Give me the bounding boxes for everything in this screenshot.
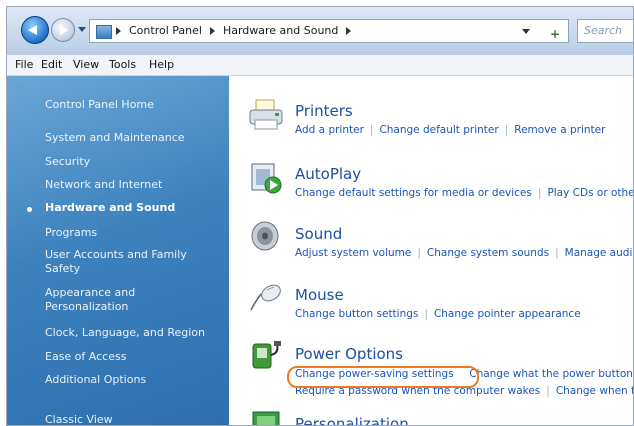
menu-file[interactable]: File xyxy=(15,58,33,71)
autoplay-links: Change default settings for media or dev… xyxy=(295,187,633,199)
back-button[interactable] xyxy=(21,16,49,44)
link-change-default-printer[interactable]: Change default printer xyxy=(379,124,498,136)
menu-bar: File Edit View Tools Help xyxy=(7,55,633,76)
forward-button[interactable] xyxy=(51,18,75,42)
category-title-mouse[interactable]: Mouse xyxy=(295,286,344,304)
printer-icon[interactable] xyxy=(247,98,287,132)
link-add-printer[interactable]: Add a printer xyxy=(295,124,364,136)
menu-edit[interactable]: Edit xyxy=(41,58,62,71)
autoplay-icon[interactable] xyxy=(247,161,287,195)
breadcrumb-separator-icon[interactable] xyxy=(209,27,215,35)
sidebar-item-classic-view[interactable]: Classic View xyxy=(45,413,113,425)
link-separator: | xyxy=(546,385,550,397)
link-adjust-volume[interactable]: Adjust system volume xyxy=(295,247,411,259)
link-change-system-sounds[interactable]: Change system sounds xyxy=(427,247,549,259)
sidebar-item-additional-options[interactable]: Additional Options xyxy=(45,373,146,386)
mouse-icon[interactable] xyxy=(247,280,287,314)
link-separator: | xyxy=(537,187,542,199)
breadcrumb-separator-icon[interactable] xyxy=(346,27,352,35)
sidebar-item-user-accounts[interactable]: User Accounts and Family Safety xyxy=(45,248,205,276)
sidebar-item-appearance[interactable]: Appearance and Personalization xyxy=(45,286,205,314)
category-title-personalization[interactable]: Personalization xyxy=(295,415,409,425)
link-manage-audio-devices[interactable]: Manage audio devices xyxy=(565,247,633,259)
recent-pages-dropdown-icon[interactable] xyxy=(78,27,86,32)
category-title-autoplay[interactable]: AutoPlay xyxy=(295,165,361,183)
address-dropdown-icon[interactable] xyxy=(522,29,530,34)
highlight-ring xyxy=(287,366,479,388)
category-title-power-options[interactable]: Power Options xyxy=(295,345,403,363)
sidebar-item-hardware-and-sound[interactable]: Hardware and Sound xyxy=(45,201,175,214)
refresh-icon[interactable]: + xyxy=(550,23,560,45)
sidebar-item-programs[interactable]: Programs xyxy=(45,226,97,239)
address-bar-area: Control Panel Hardware and Sound + Search xyxy=(7,7,633,55)
sidebar-item-control-panel-home[interactable]: Control Panel Home xyxy=(45,98,154,111)
category-title-sound[interactable]: Sound xyxy=(295,225,342,243)
link-separator: | xyxy=(369,124,374,136)
link-change-pointer-appearance[interactable]: Change pointer appearance xyxy=(434,308,581,320)
link-change-default-media-settings[interactable]: Change default settings for media or dev… xyxy=(295,187,532,199)
menu-help[interactable]: Help xyxy=(149,58,174,71)
printers-links: Add a printer | Change default printer | Rem… xyxy=(295,124,605,136)
link-separator: | xyxy=(417,247,421,259)
sidebar-item-security[interactable]: Security xyxy=(45,155,90,168)
sidebar-item-clock-language-region[interactable]: Clock, Language, and Region xyxy=(45,326,205,339)
link-play-cds[interactable]: Play CDs or other media automatically xyxy=(547,187,633,199)
link-change-power-buttons[interactable]: Change what the power buttons do xyxy=(469,368,633,380)
personalization-icon[interactable] xyxy=(247,408,287,425)
control-panel-icon xyxy=(96,25,112,39)
task-pane: Control Panel Home System and Maintenanc… xyxy=(7,76,229,425)
search-input[interactable]: Search xyxy=(577,19,633,43)
menu-view[interactable]: View xyxy=(73,58,99,71)
address-field[interactable]: Control Panel Hardware and Sound + xyxy=(89,19,569,43)
explorer-window: Control Panel Hardware and Sound + Search… xyxy=(6,6,634,426)
selected-bullet-icon xyxy=(27,207,32,212)
sidebar-item-system-and-maintenance[interactable]: System and Maintenance xyxy=(45,131,185,144)
sound-links: Adjust system volume | Change system sound… xyxy=(295,247,633,259)
mouse-links: Change button settings | Change pointer ap… xyxy=(295,308,581,320)
breadcrumb-control-panel[interactable]: Control Panel xyxy=(129,24,202,37)
breadcrumb-separator-icon[interactable] xyxy=(116,27,121,35)
speaker-icon[interactable] xyxy=(247,219,287,253)
power-icon[interactable] xyxy=(247,339,287,373)
breadcrumb: Control Panel Hardware and Sound xyxy=(116,20,359,42)
link-change-button-settings[interactable]: Change button settings xyxy=(295,308,418,320)
link-separator: | xyxy=(555,247,559,259)
category-title-printers[interactable]: Printers xyxy=(295,102,353,120)
link-change-sleep-time[interactable]: Change when the computer sleeps xyxy=(556,385,633,397)
link-separator: | xyxy=(424,308,428,320)
breadcrumb-hardware-and-sound[interactable]: Hardware and Sound xyxy=(223,24,338,37)
link-separator: | xyxy=(504,124,509,136)
sidebar-item-network-and-internet[interactable]: Network and Internet xyxy=(45,178,162,191)
sidebar-item-ease-of-access[interactable]: Ease of Access xyxy=(45,350,126,363)
menu-tools[interactable]: Tools xyxy=(109,58,136,71)
main-content: Printers Add a printer | Change default pr… xyxy=(229,76,633,425)
link-remove-printer[interactable]: Remove a printer xyxy=(514,124,605,136)
